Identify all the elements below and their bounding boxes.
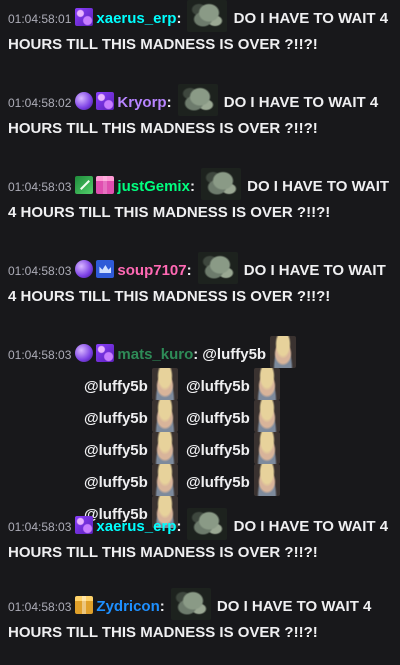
thinker-emote[interactable] <box>187 508 228 540</box>
mention[interactable]: @luffy5b <box>84 442 148 459</box>
face-emote[interactable] <box>151 400 178 432</box>
face-emote[interactable] <box>253 400 280 432</box>
chat-log: 01:04:58:01 xaerus_erp: DO I HAVE TO WAIT… <box>0 0 400 665</box>
timestamp: 01:04:58:03 <box>8 348 72 362</box>
colon: : <box>189 178 195 195</box>
mention[interactable]: @luffy5b <box>84 378 148 395</box>
chat-message: 01:04:58:01 xaerus_erp: DO I HAVE TO WAIT… <box>0 0 392 58</box>
face-emote[interactable] <box>253 432 280 464</box>
mention[interactable]: @luffy5b <box>186 378 250 395</box>
username[interactable]: mats_kuro <box>117 346 193 363</box>
face-emote[interactable] <box>151 464 178 496</box>
sub-badge-icon[interactable] <box>96 92 115 110</box>
colon: : <box>166 94 172 111</box>
face-emote[interactable] <box>270 336 297 368</box>
sub-badge-icon[interactable] <box>96 344 115 362</box>
timestamp: 01:04:58:03 <box>8 520 72 534</box>
sword-badge-icon[interactable] <box>75 176 94 194</box>
thinker-emote[interactable] <box>170 588 211 620</box>
timestamp: 01:04:58:03 <box>8 180 72 194</box>
mention[interactable]: @luffy5b <box>186 474 250 491</box>
thinker-emote[interactable] <box>187 0 228 32</box>
thinker-emote[interactable] <box>197 252 238 284</box>
username[interactable]: soup7107 <box>117 262 186 279</box>
chat-message: 01:04:58:03 justGemix: DO I HAVE TO WAIT … <box>0 168 392 226</box>
colon: : <box>193 346 199 363</box>
colon: : <box>176 10 182 27</box>
username[interactable]: Kryorp <box>117 94 166 111</box>
sub-badge-icon[interactable] <box>75 8 94 26</box>
timestamp: 01:04:58:01 <box>8 12 72 26</box>
mention[interactable]: @luffy5b <box>202 346 266 363</box>
username[interactable]: xaerus_erp <box>96 518 176 535</box>
chat-message: 01:04:58:03 Zydricon: DO I HAVE TO WAIT 4… <box>0 588 392 646</box>
colon: : <box>159 598 165 615</box>
thinker-emote[interactable] <box>177 84 218 116</box>
timestamp: 01:04:58:03 <box>8 264 72 278</box>
chat-message: 01:04:58:03 soup7107: DO I HAVE TO WAIT 4… <box>0 252 392 310</box>
timestamp: 01:04:58:03 <box>8 600 72 614</box>
gift-badge-icon[interactable] <box>96 176 115 194</box>
colon: : <box>176 518 182 535</box>
username[interactable]: Zydricon <box>96 598 159 615</box>
chat-message: 01:04:58:03 mats_kuro: @luffy5b @luffy5b @… <box>0 336 392 528</box>
gift-badge-icon[interactable] <box>75 596 94 614</box>
chat-message: 01:04:58:03 xaerus_erp: DO I HAVE TO WAIT… <box>0 508 392 566</box>
mention[interactable]: @luffy5b <box>84 410 148 427</box>
colon: : <box>186 262 192 279</box>
sub-badge-icon[interactable] <box>75 516 94 534</box>
mention[interactable]: @luffy5b <box>84 474 148 491</box>
face-emote[interactable] <box>151 368 178 400</box>
face-emote[interactable] <box>253 464 280 496</box>
mention[interactable]: @luffy5b <box>186 410 250 427</box>
thinker-emote[interactable] <box>200 168 241 200</box>
mention[interactable]: @luffy5b <box>186 442 250 459</box>
chat-message: 01:04:58:02 Kryorp: DO I HAVE TO WAIT 4 H… <box>0 84 392 142</box>
username[interactable]: justGemix <box>117 178 190 195</box>
face-emote[interactable] <box>253 368 280 400</box>
username[interactable]: xaerus_erp <box>96 10 176 27</box>
gem-badge-icon[interactable] <box>75 92 94 110</box>
crown-badge-icon[interactable] <box>96 260 115 278</box>
face-emote[interactable] <box>151 432 178 464</box>
gem-badge-icon[interactable] <box>75 260 94 278</box>
gem-badge-icon[interactable] <box>75 344 94 362</box>
timestamp: 01:04:58:02 <box>8 96 72 110</box>
